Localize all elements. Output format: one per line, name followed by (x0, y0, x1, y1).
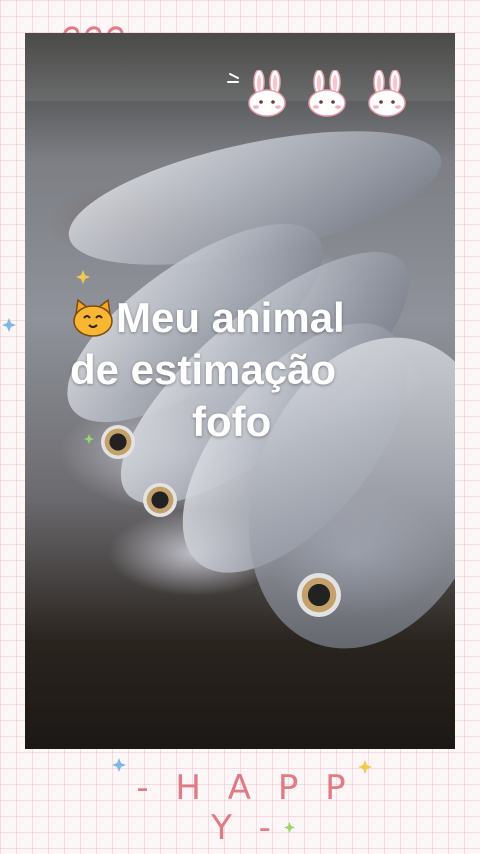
star-icon (358, 760, 372, 774)
fish-eye (297, 573, 341, 617)
star-icon (2, 318, 16, 332)
star-icon (112, 758, 126, 772)
title-line-2: de estimação (70, 346, 337, 393)
title-line-1: Meu animal (70, 292, 430, 344)
fish-eye (143, 483, 177, 517)
rabbit-decoration (246, 70, 426, 120)
cat-face-icon (73, 298, 113, 337)
title-overlay: Meu animal de estimação fofo (70, 292, 430, 448)
rabbit-face-icon (368, 70, 406, 117)
star-icon (76, 270, 90, 284)
rabbit-face-icon (308, 70, 346, 117)
star-icon (84, 434, 94, 444)
rabbit-face-icon (248, 70, 286, 117)
happy-caption: - H A P P Y - (136, 768, 354, 848)
title-text-line-1: Meu animal (116, 294, 345, 341)
title-line-3: fofo (192, 398, 272, 445)
